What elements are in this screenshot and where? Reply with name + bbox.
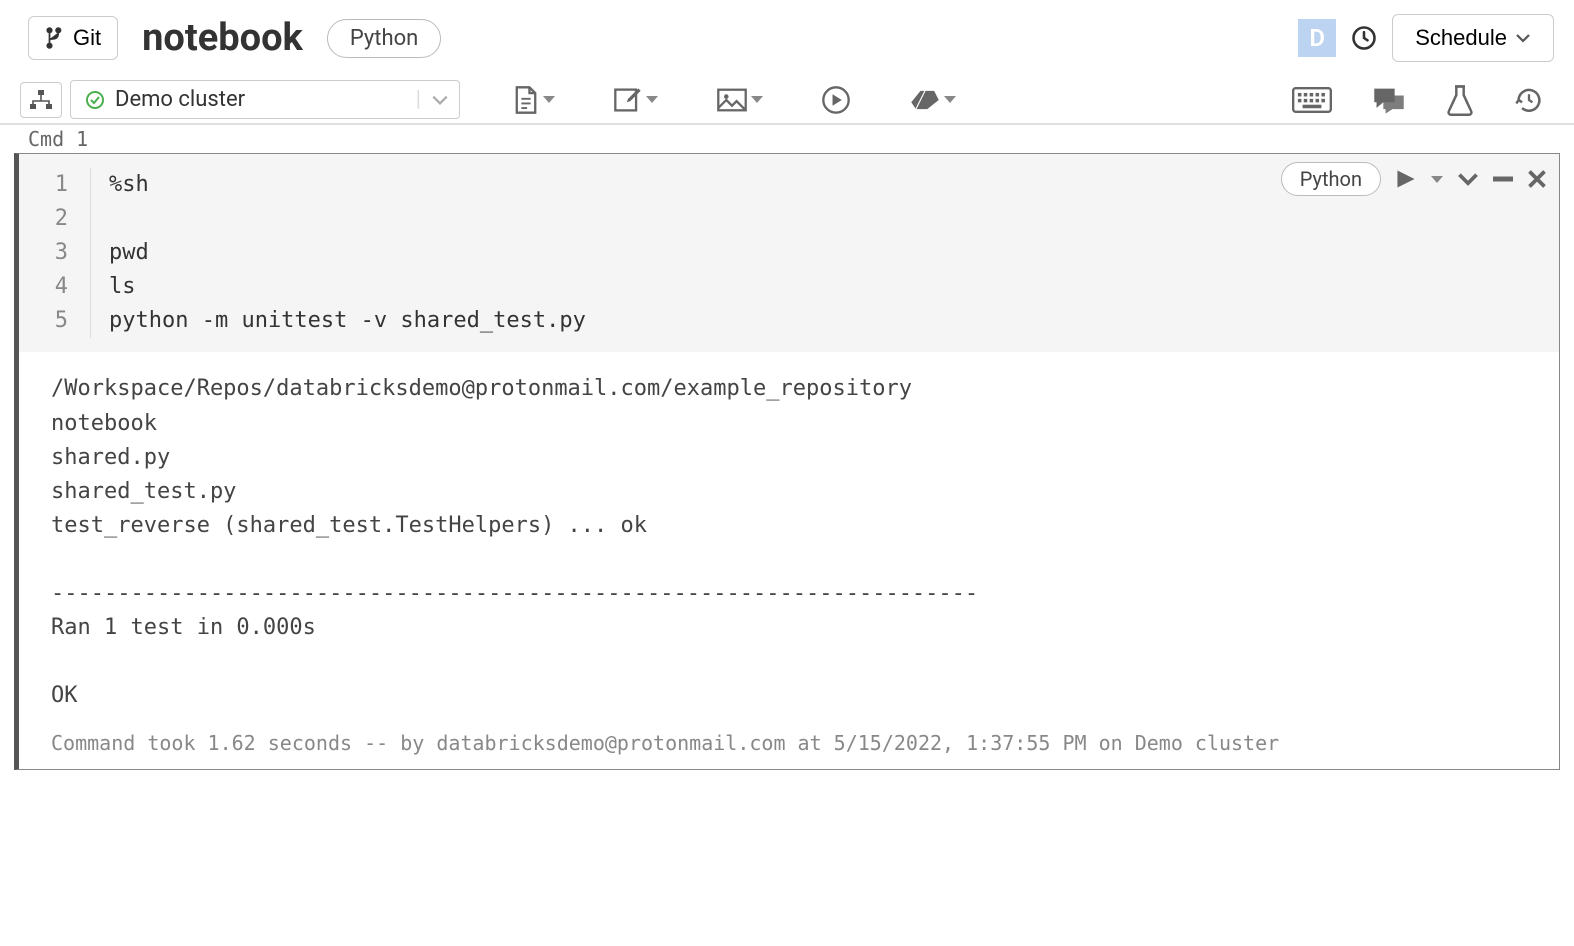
separator: | [416, 87, 421, 112]
header-right: D Schedule [1298, 14, 1554, 62]
file-menu[interactable] [506, 81, 561, 119]
hierarchy-icon [29, 89, 53, 111]
line-number: 2 [19, 202, 91, 236]
history-icon[interactable] [1514, 85, 1544, 115]
close-icon[interactable] [1527, 169, 1547, 189]
code-text[interactable]: python -m unittest -v shared_test.py [91, 304, 586, 338]
comments-icon[interactable] [1372, 86, 1406, 114]
view-menu[interactable] [710, 83, 769, 117]
chevron-down-icon[interactable] [1457, 172, 1479, 186]
caret-down-icon [543, 96, 555, 103]
git-button[interactable]: Git [28, 16, 118, 60]
cell-language-pill[interactable]: Python [1281, 162, 1381, 196]
code-line[interactable]: 2 [19, 202, 1559, 236]
git-button-label: Git [73, 25, 101, 51]
caret-down-icon [944, 96, 956, 103]
notebook-title[interactable]: notebook [142, 16, 303, 60]
schedule-button-label: Schedule [1415, 25, 1507, 51]
caret-down-icon[interactable] [1431, 176, 1443, 183]
line-number: 3 [19, 236, 91, 270]
file-icon [512, 85, 540, 115]
edit-icon [613, 86, 643, 114]
caret-down-icon [751, 96, 763, 103]
line-number: 4 [19, 270, 91, 304]
edit-menu[interactable] [607, 82, 664, 118]
code-text[interactable]: %sh [91, 168, 149, 202]
code-line[interactable]: 3pwd [19, 236, 1559, 270]
play-circle-icon [821, 85, 851, 115]
avatar[interactable]: D [1298, 19, 1336, 57]
notebook-cell[interactable]: Python 1%sh23pwd4ls5python -m unittest -… [14, 153, 1560, 770]
cell-output: /Workspace/Repos/databricksdemo@protonma… [19, 352, 1559, 713]
run-cell-icon[interactable] [1395, 169, 1417, 189]
run-all-button[interactable] [815, 81, 857, 119]
code-area[interactable]: Python 1%sh23pwd4ls5python -m unittest -… [19, 154, 1559, 352]
schedule-button[interactable]: Schedule [1392, 14, 1554, 62]
chevron-down-icon [1515, 33, 1531, 43]
cmd-label: Cmd 1 [0, 125, 1574, 153]
eraser-icon [909, 88, 941, 112]
header-bar: Git notebook Python D Schedule [0, 0, 1574, 76]
chevron-down-icon [431, 94, 449, 106]
status-ok-icon [85, 90, 105, 110]
line-number: 5 [19, 304, 91, 338]
caret-down-icon [646, 96, 658, 103]
cell-controls: Python [1281, 162, 1547, 196]
keyboard-icon[interactable] [1292, 86, 1332, 114]
code-text[interactable]: pwd [91, 236, 149, 270]
experiment-icon[interactable] [1446, 84, 1474, 116]
git-branch-icon [45, 27, 65, 49]
clear-menu[interactable] [903, 84, 962, 116]
workspace-tree-button[interactable] [20, 82, 62, 118]
clock-icon[interactable] [1350, 24, 1378, 52]
image-icon [716, 87, 748, 113]
minimize-icon[interactable] [1493, 176, 1513, 182]
cluster-selector[interactable]: Demo cluster | [70, 80, 460, 119]
execution-meta: Command took 1.62 seconds -- by databric… [19, 713, 1559, 769]
code-text[interactable] [91, 202, 109, 236]
toolbar-right [1292, 84, 1554, 116]
code-text[interactable]: ls [91, 270, 136, 304]
code-line[interactable]: 5python -m unittest -v shared_test.py [19, 304, 1559, 338]
line-number: 1 [19, 168, 91, 202]
code-line[interactable]: 4ls [19, 270, 1559, 304]
cluster-name: Demo cluster [115, 87, 245, 112]
language-pill[interactable]: Python [327, 19, 441, 58]
toolbar: Demo cluster | [0, 76, 1574, 125]
